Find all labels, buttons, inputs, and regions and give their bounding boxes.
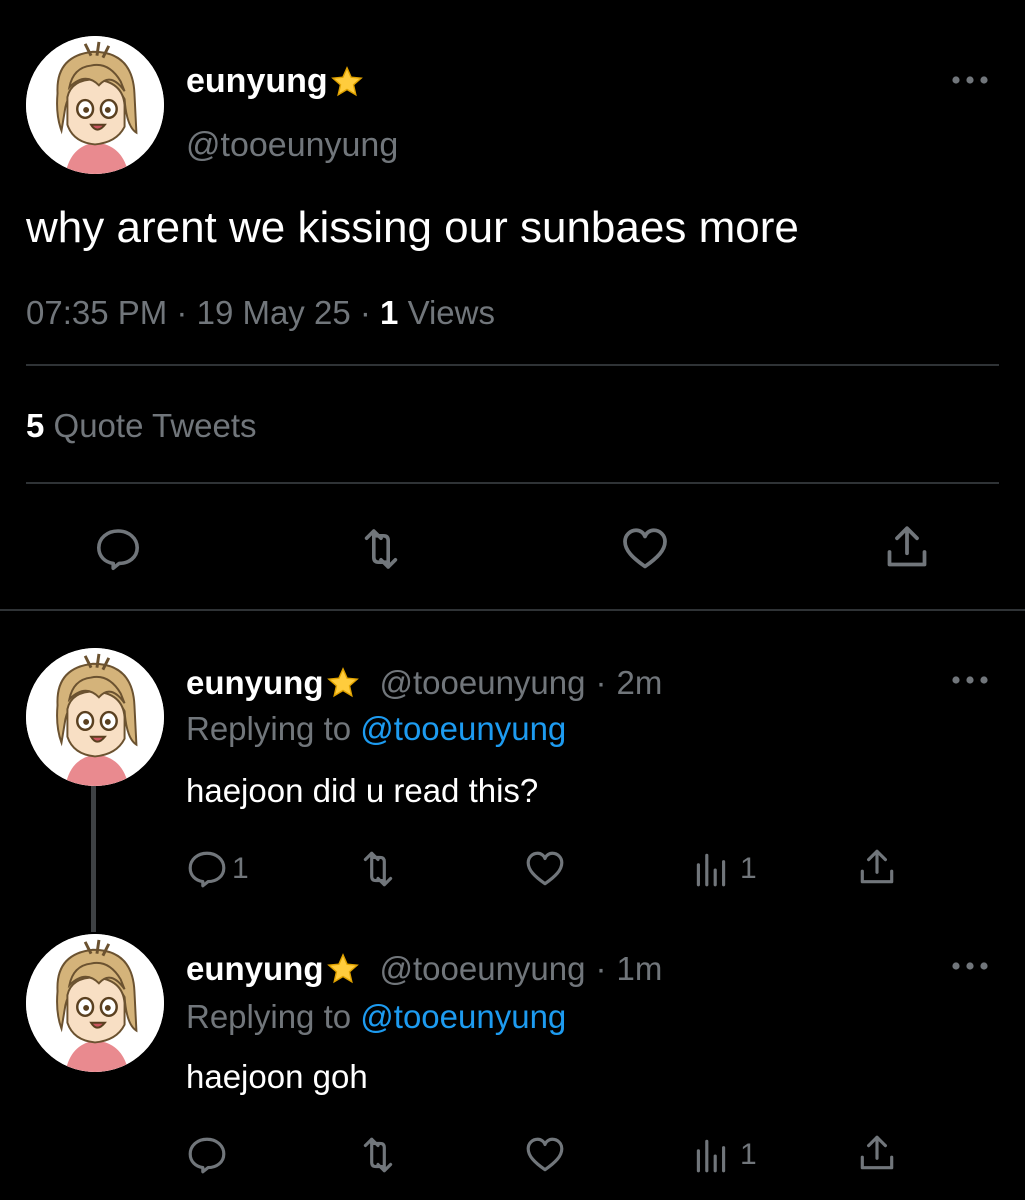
quote-label: Quote Tweets: [53, 407, 257, 444]
retweet-icon: [356, 1134, 400, 1176]
retweet-button[interactable]: [356, 848, 400, 890]
star-emoji-icon: [330, 65, 364, 99]
views-count: 1: [740, 852, 757, 885]
main-tweet-avatar[interactable]: [26, 36, 164, 174]
thread-line: [91, 786, 96, 932]
reply-header: eunyung @tooeunyung · 2m: [186, 664, 662, 702]
more-button[interactable]: [950, 960, 990, 972]
share-icon: [856, 1132, 898, 1174]
display-name[interactable]: eunyung: [186, 664, 324, 702]
reply-icon: [94, 525, 142, 573]
retweet-button[interactable]: [355, 525, 407, 573]
more-icon: [950, 674, 990, 686]
timestamp[interactable]: 2m: [617, 664, 663, 702]
views-count: 1: [380, 294, 399, 331]
reply-header: eunyung @tooeunyung · 1m: [186, 950, 662, 988]
share-icon: [856, 846, 898, 888]
reply-button[interactable]: [94, 525, 142, 573]
reply-text: haejoon goh: [186, 1058, 368, 1095]
replying-to: Replying to @tooeunyung: [186, 998, 566, 1036]
views-button[interactable]: 1: [690, 1134, 757, 1176]
divider: [26, 364, 999, 366]
main-tweet-handle[interactable]: @tooeunyung: [186, 126, 398, 165]
tweet-time: 07:35 PM: [26, 294, 168, 331]
more-icon: [950, 74, 990, 86]
separator: ·: [359, 294, 371, 331]
views-icon: [690, 848, 732, 890]
heart-icon: [620, 524, 670, 574]
share-button[interactable]: [856, 1132, 898, 1174]
separator: ·: [595, 664, 607, 701]
replying-to: Replying to @tooeunyung: [186, 710, 566, 748]
retweet-icon: [355, 525, 407, 573]
display-name[interactable]: eunyung: [186, 950, 324, 988]
main-tweet-meta: 07:35 PM · 19 May 25 · 1 Views: [26, 294, 495, 332]
star-emoji-icon: [326, 952, 360, 986]
timestamp[interactable]: 1m: [617, 950, 663, 988]
replying-prefix: Replying to: [186, 998, 352, 1035]
reply-button[interactable]: [186, 1134, 232, 1176]
reply-icon: [186, 848, 228, 890]
replying-prefix: Replying to: [186, 710, 352, 747]
display-name[interactable]: eunyung: [186, 62, 328, 101]
retweet-icon: [356, 848, 400, 890]
reply-count: 1: [232, 852, 249, 885]
like-button[interactable]: [620, 524, 670, 574]
reply-text: haejoon did u read this?: [186, 772, 539, 809]
heart-icon: [524, 1134, 566, 1176]
views-count: 1: [740, 1138, 757, 1171]
share-button[interactable]: [856, 846, 898, 888]
reply-avatar[interactable]: [26, 934, 164, 1072]
share-button[interactable]: [882, 522, 932, 572]
divider: [0, 609, 1025, 611]
like-button[interactable]: [524, 848, 566, 890]
main-tweet-more-button[interactable]: [950, 74, 990, 86]
handle[interactable]: @tooeunyung: [380, 950, 586, 988]
replying-handle-link[interactable]: @tooeunyung: [360, 998, 566, 1035]
views-label: Views: [407, 294, 495, 331]
replying-handle-link[interactable]: @tooeunyung: [360, 710, 566, 747]
handle[interactable]: @tooeunyung: [380, 664, 586, 702]
more-icon: [950, 960, 990, 972]
more-button[interactable]: [950, 674, 990, 686]
views-icon: [690, 1134, 732, 1176]
reply-button[interactable]: 1: [186, 848, 249, 890]
divider: [26, 482, 999, 484]
retweet-button[interactable]: [356, 1134, 400, 1176]
separator: ·: [176, 294, 188, 331]
reply-icon: [186, 1134, 228, 1176]
like-button[interactable]: [524, 1134, 566, 1176]
quote-tweets-link[interactable]: 5 Quote Tweets: [26, 407, 257, 445]
share-icon: [882, 522, 932, 572]
main-tweet-text: why arent we kissing our sunbaes more: [26, 203, 799, 252]
separator: ·: [595, 950, 607, 987]
star-emoji-icon: [326, 666, 360, 700]
views-button[interactable]: 1: [690, 848, 757, 890]
reply-avatar[interactable]: [26, 648, 164, 786]
heart-icon: [524, 848, 566, 890]
tweet-date[interactable]: 19 May 25: [197, 294, 351, 331]
main-tweet-author[interactable]: eunyung: [186, 62, 364, 101]
quote-count: 5: [26, 407, 45, 444]
